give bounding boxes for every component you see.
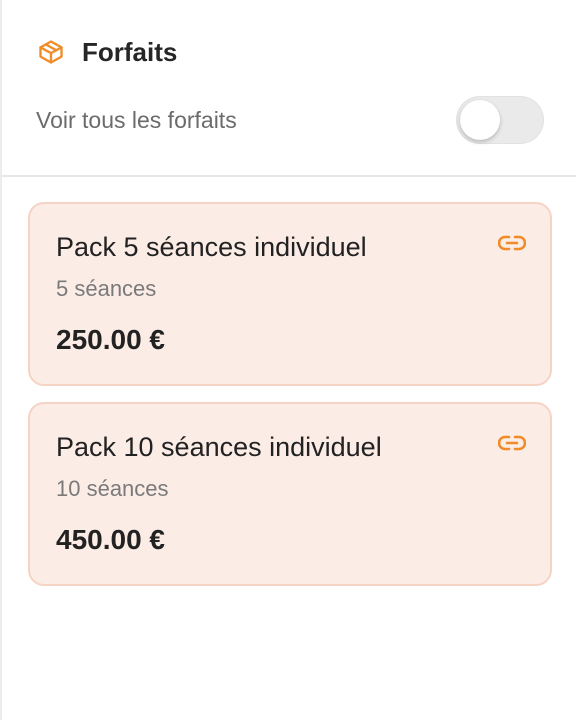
toggle-knob <box>460 100 500 140</box>
package-sessions: 5 séances <box>56 276 157 301</box>
panel-title-row: Forfaits <box>36 34 177 70</box>
forfaits-panel: Forfaits Voir tous les forfaits Pack 5 s… <box>0 0 576 720</box>
show-all-label: Voir tous les forfaits <box>36 106 237 133</box>
package-list: Pack 5 séances individuel 5 séances 250.… <box>28 202 552 602</box>
package-price: 450.00 € <box>56 524 165 555</box>
show-all-row: Voir tous les forfaits <box>36 94 544 146</box>
package-sessions: 10 séances <box>56 476 169 501</box>
package-name: Pack 10 séances individuel <box>56 432 382 462</box>
package-card[interactable]: Pack 5 séances individuel 5 séances 250.… <box>28 202 552 386</box>
link-icon[interactable] <box>498 232 526 254</box>
package-icon <box>36 37 66 67</box>
show-all-toggle[interactable] <box>456 96 544 144</box>
package-card[interactable]: Pack 10 séances individuel 10 séances 45… <box>28 402 552 586</box>
package-name: Pack 5 séances individuel <box>56 232 367 262</box>
panel-header: Forfaits Voir tous les forfaits <box>2 0 576 177</box>
link-icon[interactable] <box>498 432 526 454</box>
package-price: 250.00 € <box>56 324 165 355</box>
page-title: Forfaits <box>82 36 178 67</box>
